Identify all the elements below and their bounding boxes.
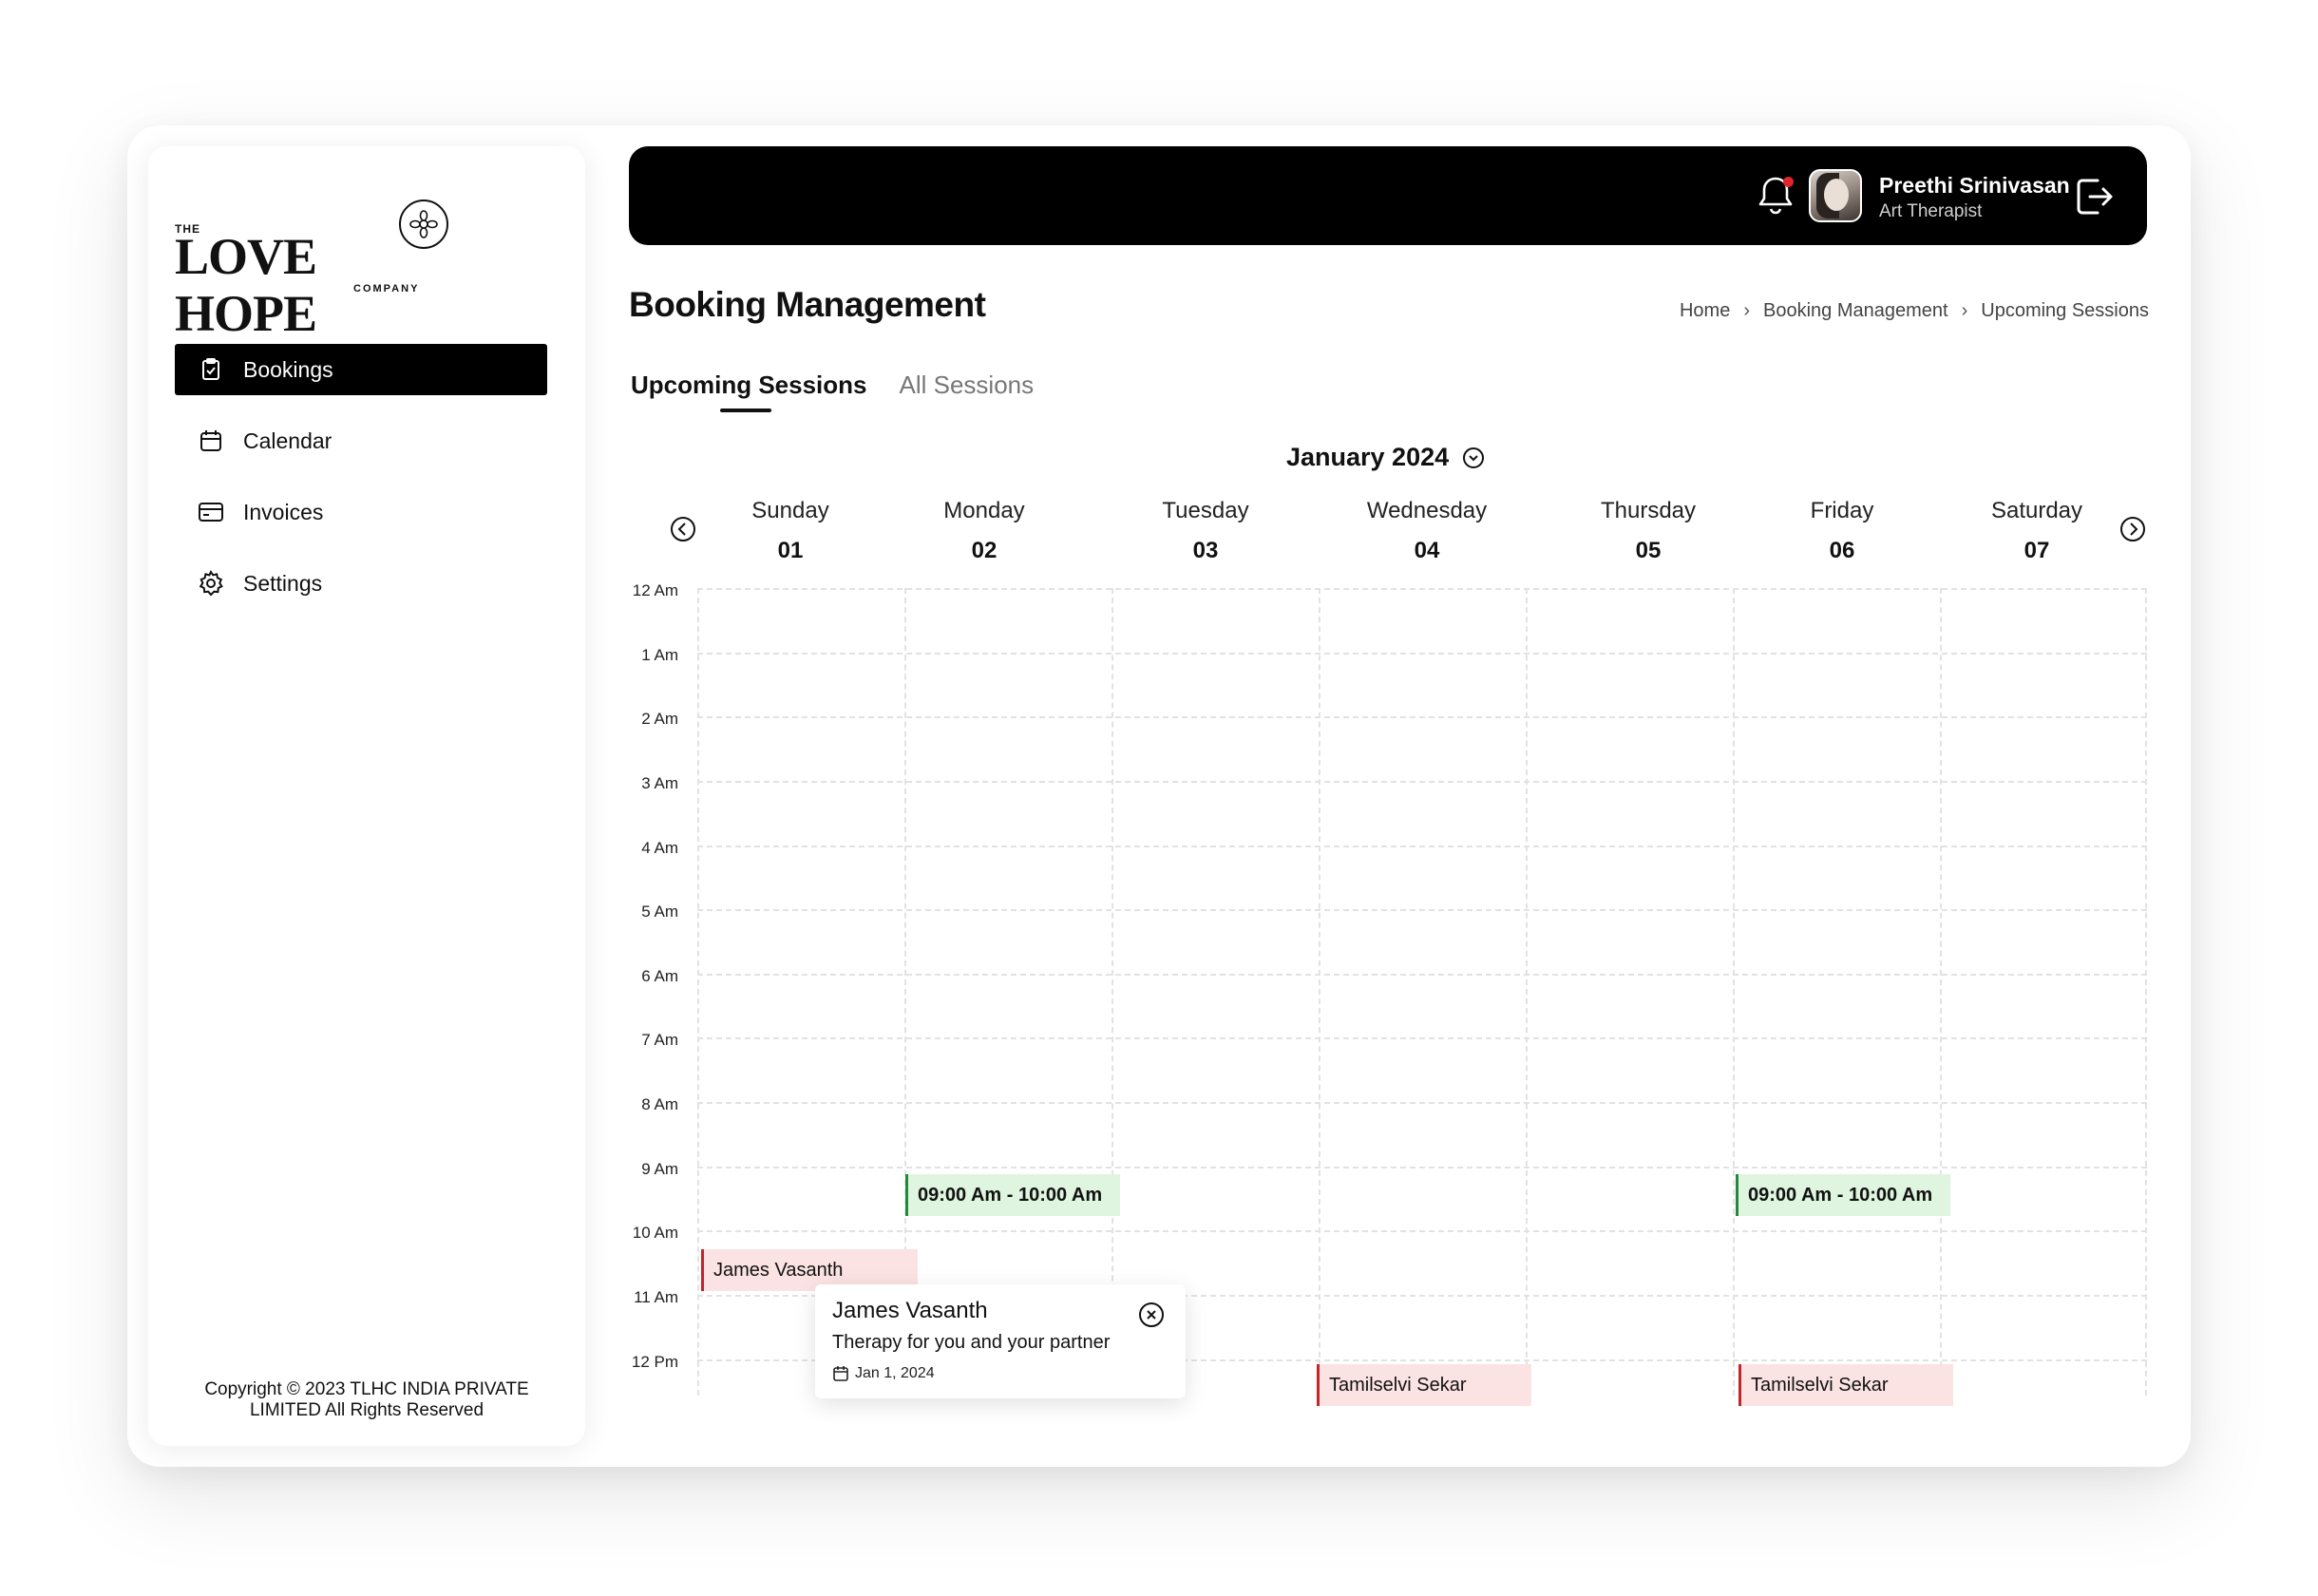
sidebar-item-invoices[interactable]: Invoices (175, 486, 547, 538)
popup-client-name: James Vasanth (832, 1298, 988, 1323)
user-name: Preethi Srinivasan (1879, 173, 2070, 198)
gear-icon (198, 570, 224, 597)
user-role: Art Therapist (1879, 201, 1983, 221)
logout-icon[interactable] (2073, 175, 2117, 218)
clipboard-check-icon (198, 356, 224, 383)
chevron-right-icon: › (1743, 300, 1750, 321)
brand-company: COMPANY (353, 283, 420, 294)
day-header-friday: Friday 06 (1747, 498, 1937, 564)
day-header-saturday: Saturday 07 (1942, 498, 2132, 564)
sidebar-item-calendar[interactable]: Calendar (175, 415, 547, 466)
time-label: 11 Am (634, 1288, 678, 1306)
page-title: Booking Management (629, 285, 986, 324)
month-selector[interactable]: January 2024 (1286, 443, 1485, 472)
time-label: 4 Am (641, 839, 678, 857)
sidebar: THE LOVE HOPE COMPANY Bookings Calendar … (148, 146, 585, 1446)
time-label: 10 Am (632, 1224, 678, 1242)
day-number: 04 (1414, 538, 1440, 563)
time-label: 12 Pm (631, 1353, 678, 1371)
day-name: Tuesday (1162, 498, 1249, 523)
day-name: Wednesday (1366, 498, 1488, 523)
sidebar-nav: Bookings Calendar Invoices Settings (175, 344, 547, 629)
calendar-icon (198, 428, 224, 454)
day-header-sunday: Sunday 01 (695, 498, 885, 564)
breadcrumb-booking-management[interactable]: Booking Management (1763, 300, 1948, 322)
top-bar: Preethi Srinivasan Art Therapist (629, 146, 2147, 245)
time-label: 12 Am (632, 581, 678, 599)
day-number: 07 (2024, 538, 2050, 563)
tab-all-sessions[interactable]: All Sessions (900, 370, 1035, 400)
day-header-tuesday: Tuesday 03 (1111, 498, 1301, 564)
sidebar-item-settings[interactable]: Settings (175, 558, 547, 609)
popup-session-title: Therapy for you and your partner (832, 1332, 1111, 1353)
time-label: 5 Am (641, 902, 678, 921)
chevron-down-icon (1462, 446, 1485, 469)
breadcrumb: Home › Booking Management › Upcoming Ses… (1680, 300, 2149, 322)
app-shell: THE LOVE HOPE COMPANY Bookings Calendar … (127, 125, 2191, 1467)
chevron-right-icon: › (1961, 300, 1968, 321)
time-label: 8 Am (641, 1095, 678, 1113)
day-name: Saturday (1990, 498, 2083, 523)
breadcrumb-upcoming-sessions: Upcoming Sessions (1981, 300, 2149, 321)
time-label: 3 Am (641, 774, 678, 792)
credit-card-icon (198, 499, 224, 525)
time-label: 1 Am (641, 646, 678, 664)
day-name: Friday (1810, 498, 1874, 523)
day-number: 06 (1829, 538, 1855, 563)
day-number: 01 (777, 538, 804, 563)
booking-wednesday-tamilselvi-sekar[interactable]: Tamilselvi Sekar (1317, 1364, 1531, 1406)
time-label: 7 Am (641, 1031, 678, 1049)
copyright: Copyright © 2023 TLHC INDIA PRIVATE LIMI… (148, 1379, 585, 1421)
day-header-thursday: Thursday 05 (1553, 498, 1743, 564)
time-label: 9 Am (641, 1160, 678, 1178)
day-header-monday: Monday 02 (889, 498, 1079, 564)
brand-logo[interactable]: THE LOVE HOPE COMPANY (175, 200, 460, 342)
booking-details-popup: James Vasanth Therapy for you and your p… (815, 1284, 1186, 1398)
time-label: 6 Am (641, 967, 678, 985)
slot-monday-9am[interactable]: 09:00 Am - 10:00 Am (905, 1174, 1120, 1216)
close-icon[interactable] (1138, 1302, 1165, 1328)
sidebar-item-bookings[interactable]: Bookings (175, 344, 547, 395)
day-name: Monday (943, 498, 1025, 523)
tab-upcoming-sessions[interactable]: Upcoming Sessions (631, 370, 867, 412)
flower-emblem-icon (399, 200, 448, 249)
month-label: January 2024 (1286, 443, 1450, 471)
popup-date: Jan 1, 2024 (832, 1365, 1168, 1382)
day-number: 03 (1192, 538, 1219, 563)
sidebar-item-label: Invoices (243, 499, 324, 524)
avatar[interactable] (1809, 169, 1862, 222)
session-tabs: Upcoming Sessions All Sessions (631, 370, 1066, 412)
copyright-line1: Copyright © 2023 TLHC INDIA PRIVATE (204, 1379, 529, 1399)
day-number: 05 (1635, 538, 1662, 563)
day-name: Sunday (751, 498, 829, 523)
calendar-icon (833, 1366, 848, 1381)
notification-bell-icon[interactable] (1754, 173, 1797, 218)
day-number: 02 (971, 538, 998, 563)
time-label: 2 Am (641, 710, 678, 728)
notification-dot (1783, 177, 1794, 187)
breadcrumb-home[interactable]: Home (1680, 300, 1730, 322)
sidebar-item-label: Bookings (243, 356, 333, 382)
booking-friday-tamilselvi-sekar[interactable]: Tamilselvi Sekar (1738, 1364, 1953, 1406)
sidebar-item-label: Settings (243, 570, 323, 596)
day-header-wednesday: Wednesday 04 (1332, 498, 1522, 564)
sidebar-item-label: Calendar (243, 428, 332, 453)
popup-date-text: Jan 1, 2024 (855, 1365, 935, 1381)
copyright-line2: LIMITED All Rights Reserved (249, 1400, 484, 1420)
day-name: Thursday (1600, 498, 1697, 523)
slot-friday-9am[interactable]: 09:00 Am - 10:00 Am (1736, 1174, 1950, 1216)
prev-week-button[interactable] (669, 515, 697, 543)
